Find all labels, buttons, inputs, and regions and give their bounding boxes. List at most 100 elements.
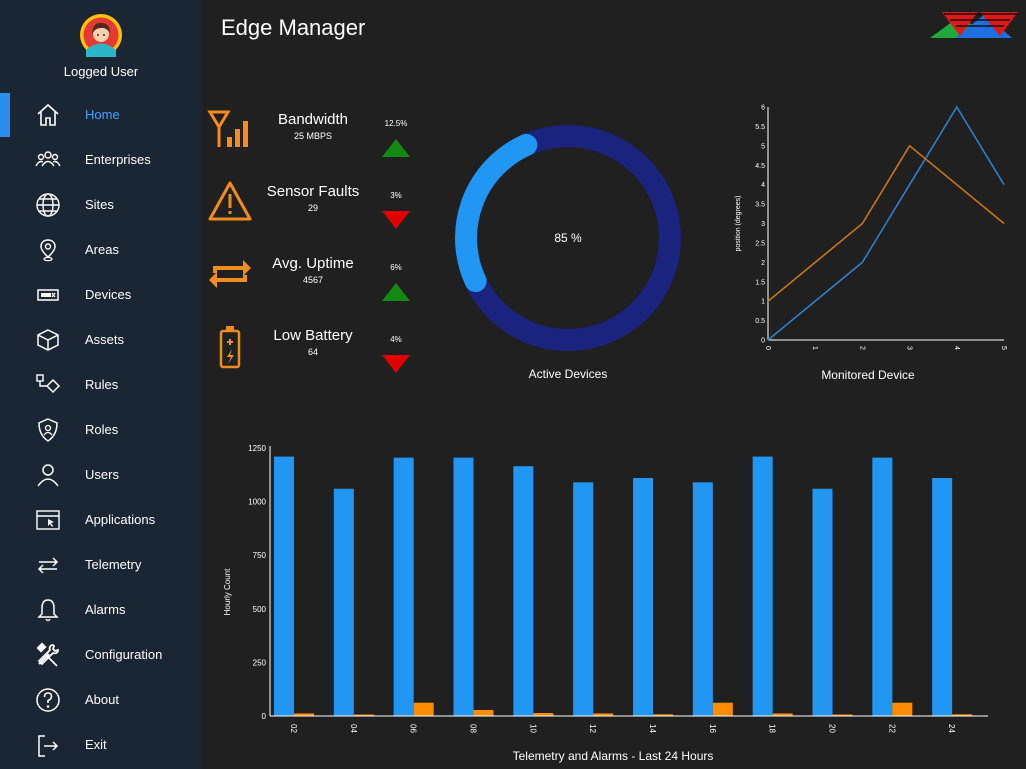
flow-icon [36, 374, 61, 394]
bar-telemetry [513, 466, 534, 716]
user-icon [37, 464, 59, 487]
tools-icon [36, 642, 59, 667]
app-window-icon [36, 510, 60, 530]
bell-icon [37, 599, 59, 622]
sidebar-item-alarms[interactable]: Alarms [0, 588, 202, 632]
telemetry-alarms-caption: Telemetry and Alarms - Last 24 Hours [512, 749, 714, 763]
kpi-value: 29 [307, 203, 318, 213]
x-tick-label: 18 [768, 724, 777, 733]
y-tick-label: 4.5 [755, 163, 765, 170]
sidebar-item-label: Telemetry [85, 557, 142, 572]
sidebar-item-sites[interactable]: Sites [0, 183, 202, 227]
sidebar-item-label: Home [85, 107, 120, 122]
monitored-device-chart: 0 0.5 1 1.5 2 2.5 3 3.5 4 4.5 5 5.5 6 0 1 2 3 4 5 position … [735, 105, 1007, 351]
sidebar-item-assets[interactable]: Assets [0, 318, 202, 362]
bar-telemetry [274, 456, 294, 716]
bar-telemetry [633, 478, 653, 716]
kpi-change: 12.5% [384, 119, 408, 128]
sidebar-item-label: Exit [85, 737, 107, 752]
sidebar-item-about[interactable]: About [0, 678, 202, 722]
kpi-title: Low Battery [273, 327, 353, 344]
x-tick-label: 24 [947, 724, 956, 733]
sidebar-item-roles[interactable]: Roles [0, 408, 202, 452]
kpi-change: 4% [390, 335, 402, 344]
sidebar-item-label: Alarms [85, 602, 126, 617]
bar-telemetry [333, 488, 354, 716]
device-icon [37, 289, 59, 301]
sidebar-item-label: Applications [85, 512, 156, 527]
antenna-signal-icon [207, 110, 248, 147]
bar-alarms [473, 709, 494, 716]
y-tick-label: 1.5 [755, 279, 765, 286]
cube-icon [37, 329, 59, 351]
help-circle-icon [36, 688, 60, 712]
y-tick-label: 2 [761, 260, 765, 267]
kpi-value: 4567 [302, 275, 324, 285]
kpi-value: 25 MBPS [293, 131, 333, 141]
trend-up-icon [382, 139, 410, 157]
x-tick-label: 2 [858, 346, 865, 350]
bar-telemetry [692, 482, 713, 716]
bar-telemetry [812, 488, 833, 716]
sidebar: Logged User Home Enterprises Sites Areas Dev… [0, 0, 202, 769]
bar-alarms [892, 702, 913, 716]
sidebar-item-configuration[interactable]: Configuration [0, 633, 202, 677]
sidebar-item-users[interactable]: Users [0, 453, 202, 497]
battery-icon [219, 326, 241, 369]
repeat-icon [209, 260, 251, 288]
x-tick-label: 12 [588, 724, 597, 733]
kpi-value: 64 [307, 347, 318, 357]
x-tick-label: 16 [708, 724, 717, 733]
sidebar-item-label: Sites [85, 197, 114, 212]
x-tick-label: 22 [887, 724, 896, 733]
bar-alarms [712, 702, 733, 716]
y-tick-label: 5.5 [755, 124, 765, 131]
sidebar-item-label: About [85, 692, 119, 707]
y-axis-label: Hourly Count [223, 568, 232, 615]
sidebar-item-home[interactable]: Home [0, 93, 202, 137]
y-tick-label: 3.5 [755, 202, 765, 209]
x-tick-label: 14 [648, 724, 657, 733]
x-tick-label: 3 [906, 346, 913, 350]
sidebar-item-label: Roles [85, 422, 119, 437]
sidebar-item-areas[interactable]: Areas [0, 228, 202, 272]
y-tick-label: 0.5 [755, 318, 765, 325]
y-axis-label: position (degrees) [735, 195, 742, 251]
sidebar-item-devices[interactable]: Devices [0, 273, 202, 317]
sidebar-item-enterprises[interactable]: Enterprises [0, 138, 202, 182]
gauge-value: 85 % [554, 231, 582, 245]
app-title: Edge Manager [221, 15, 366, 40]
monitored-device-caption: Monitored Device [821, 368, 915, 382]
bar-telemetry [932, 478, 953, 716]
sidebar-item-label: Enterprises [85, 152, 151, 167]
sidebar-item-rules[interactable]: Rules [0, 363, 202, 407]
sidebar-item-label: Configuration [85, 647, 163, 662]
x-tick-label: 4 [953, 346, 960, 350]
kpi-title: Sensor Faults [266, 183, 360, 200]
y-tick-label: 0 [262, 712, 267, 721]
kpi-change: 3% [390, 191, 402, 200]
x-tick-label: 0 [764, 346, 771, 350]
y-tick-label: 0 [761, 338, 765, 345]
y-tick-label: 1 [761, 299, 765, 306]
bar-telemetry [872, 457, 893, 716]
people-icon [35, 151, 61, 167]
map-pin-icon [40, 239, 56, 262]
x-tick-label: 08 [469, 724, 478, 733]
y-tick-label: 1250 [248, 444, 266, 453]
sidebar-item-applications[interactable]: Applications [0, 498, 202, 542]
y-tick-label: 4 [761, 182, 765, 189]
sidebar-item-exit[interactable]: Exit [0, 723, 202, 767]
x-tick-label: 10 [528, 724, 537, 733]
bar-telemetry [453, 457, 474, 716]
y-tick-label: 2.5 [755, 240, 765, 247]
sidebar-item-telemetry[interactable]: Telemetry [0, 543, 202, 587]
sidebar-item-label: Assets [85, 332, 125, 347]
active-devices-gauge: 85 % [455, 125, 681, 351]
brand-logo [930, 12, 1018, 38]
sidebar-item-label: Devices [85, 287, 132, 302]
bar-telemetry [573, 482, 594, 716]
gauge-fill [455, 133, 538, 293]
active-devices-caption: Active Devices [528, 367, 608, 381]
user-avatar[interactable] [79, 13, 123, 57]
